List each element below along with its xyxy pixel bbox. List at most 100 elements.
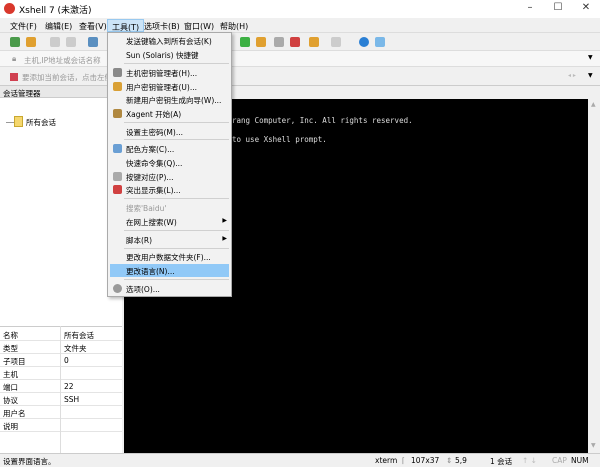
submenu-arrow-icon: ▶ [222,235,227,242]
connect-icon[interactable] [50,37,60,47]
status-num: NUM [571,456,589,465]
menu-item-change-language[interactable]: 更改语言(N)... [110,264,229,277]
layout-icon[interactable] [331,37,341,47]
menu-item-send-key-all[interactable]: 发送键输入到所有会话(K) [110,34,229,47]
menu-edit[interactable]: 编辑(E) [41,19,76,32]
scroll-arrows-icon[interactable]: ◂ ▸ [568,72,576,79]
table-row: 主机 [0,367,122,380]
menu-bar: 文件(F) 编辑(E) 查看(V) 工具(T) 选项卡(B) 窗口(W) 帮助(… [0,18,600,33]
disconnect-icon[interactable] [66,37,76,47]
menu-item-scripts[interactable]: 脚本(R) ▶ [110,233,229,246]
menu-item-key-mapping[interactable]: 按键对应(P)... [110,170,229,183]
window-title: Xshell 7 (未激活) [19,6,92,16]
menu-help[interactable]: 帮助(H) [216,19,252,32]
menu-window[interactable]: 窗口(W) [180,19,218,32]
fullscreen-icon[interactable] [240,37,250,47]
help-icon[interactable] [359,37,369,47]
arrows-icon: ↑ ↓ [522,456,537,465]
keyboard-icon[interactable] [274,37,284,47]
menu-file[interactable]: 文件(F) [6,19,41,32]
keyboard-icon [113,172,122,181]
menu-item-web-search[interactable]: 在网上搜索(W) ▶ [110,215,229,228]
status-cap: CAP [552,456,567,465]
chevron-down-icon[interactable]: ▼ [588,72,593,79]
menu-separator [124,230,229,231]
menu-separator [124,122,229,123]
menu-item-color-scheme[interactable]: 配色方案(C)... [110,142,229,155]
transfer-icon[interactable] [309,37,319,47]
size-icon: ⌈ [402,456,405,465]
minimize-button[interactable]: – [520,2,540,16]
title-bar: Xshell 7 (未激活) – ☐ ✕ [0,0,600,18]
menu-item-change-data-folder[interactable]: 更改用户数据文件夹(F)... [110,250,229,263]
session-properties-icon[interactable] [88,37,98,47]
menu-item-xagent[interactable]: Xagent 开始(A) [110,107,229,120]
menu-tabs[interactable]: 选项卡(B) [140,19,184,32]
bookmark-icon [10,73,18,81]
table-row: 名称 所有会话 [0,328,122,341]
menu-view[interactable]: 查看(V) [75,19,111,32]
menu-separator [124,248,229,249]
lock-icon: 🔒︎ [12,54,17,63]
close-button[interactable]: ✕ [576,2,596,16]
folder-icon [14,116,23,127]
status-size: 107x37 [411,456,440,465]
submenu-arrow-icon: ▶ [222,217,227,224]
new-session-icon[interactable] [10,37,20,47]
maximize-button[interactable]: ☐ [548,2,568,16]
xagent-icon [113,109,122,118]
menu-separator [124,139,229,140]
host-key-icon [113,68,122,77]
terminal-output: rang Computer, Inc. All rights reserved.… [232,116,413,144]
table-row: 用户名 [0,406,122,419]
menu-item-sun-shortcuts[interactable]: Sun (Solaris) 快捷键 [110,48,229,61]
status-message: 设置界面语言。 [3,457,56,466]
open-folder-icon[interactable] [26,37,36,47]
menu-separator [124,198,229,199]
highlight-icon [113,185,122,194]
status-sessions: 1 会话 [490,457,513,466]
chat-icon[interactable] [375,37,385,47]
session-tree: 所有会话 [0,98,122,326]
menu-item-host-key-manager[interactable]: 主机密钥管理者(H)... [110,66,229,79]
menu-item-highlight-sets[interactable]: 突出显示集(L)... [110,183,229,196]
table-row: 子项目 0 [0,354,122,367]
menu-item-user-key-manager[interactable]: 用户密钥管理者(U)... [110,80,229,93]
tree-item-all-sessions[interactable]: 所有会话 [26,117,56,128]
status-term: xterm [375,456,398,465]
gear-icon [113,284,122,293]
chevron-down-icon[interactable]: ▼ [588,54,593,61]
table-row: 协议 SSH [0,393,122,406]
tree-line [6,122,14,123]
scroll-down-icon[interactable]: ▼ [591,442,596,449]
menu-separator [124,279,229,280]
quick-session-bar: 要添加当前会话，点击左侧 ◂ ▸ ▼ [0,67,600,86]
menu-item-search-baidu: 搜索'Baidu' [126,204,167,213]
column-divider [60,326,61,453]
xshell-logo-icon [4,3,15,14]
menu-item-master-password[interactable]: 设置主密码(M)... [110,125,229,138]
user-key-icon [113,82,122,91]
session-manager-header: 会话管理器 ᵖ [0,86,122,98]
tools-menu-dropdown: 发送键输入到所有会话(K) Sun (Solaris) 快捷键 主机密钥管理者(… [107,32,232,297]
toolbar [0,33,600,51]
quick-session-hint: 要添加当前会话，点击左侧 [22,73,112,82]
table-row: 端口 22 [0,380,122,393]
menu-item-new-key-wizard[interactable]: 新建用户密钥生成向导(W)... [110,93,229,106]
address-bar[interactable]: 🔒︎ 主机,IP地址或会话名称 ▼ [0,51,600,67]
address-input[interactable]: 主机,IP地址或会话名称 [24,55,101,66]
menu-item-quick-commands[interactable]: 快速命令集(Q)... [110,156,229,169]
menu-separator [124,63,229,64]
scroll-up-icon[interactable]: ▲ [591,101,596,108]
vertical-scrollbar[interactable]: ▲ ▼ [588,99,600,453]
table-row: 说明 [0,419,122,432]
status-bar: 设置界面语言。 xterm ⌈ 107x37 ⇕ 5,9 1 会话 ↑ ↓ CA… [0,453,600,466]
table-row: 类型 文件夹 [0,341,122,354]
cursor-icon: ⇕ [446,456,453,465]
color-scheme-icon [113,144,122,153]
highlight-icon[interactable] [290,37,300,47]
menu-tools[interactable]: 工具(T) [107,19,145,32]
menu-item-options[interactable]: 选项(O)... [110,282,229,295]
status-cursor: 5,9 [455,456,467,465]
lock-icon[interactable] [256,37,266,47]
